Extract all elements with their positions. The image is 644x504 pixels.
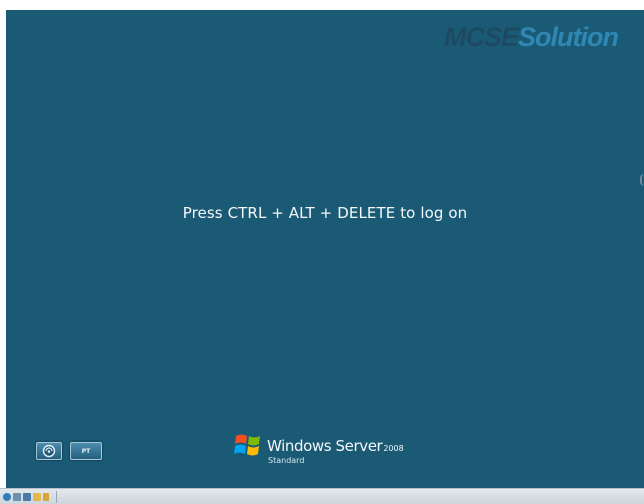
input-language-button[interactable]: PT: [70, 442, 102, 460]
product-name: Windows Server2008: [267, 437, 404, 455]
product-edition: Standard: [268, 456, 305, 465]
language-label: PT: [81, 447, 91, 455]
taskbar-separator: [56, 490, 57, 503]
server-manager-icon[interactable]: [13, 492, 21, 501]
product-title: Windows Server: [267, 437, 383, 455]
watermark-part1: MCSE: [444, 22, 519, 52]
host-taskbar: [0, 488, 644, 504]
windows-flag-icon: [234, 434, 260, 456]
logon-prompt: Press CTRL + ALT + DELETE to log on: [182, 204, 468, 222]
product-version: 2008: [383, 444, 404, 453]
start-icon[interactable]: [3, 492, 11, 501]
watermark-logo: MCSESolution: [444, 22, 619, 52]
folder-icon[interactable]: [33, 492, 41, 501]
watermark-part2: Solution: [518, 22, 619, 52]
edge-cursor-fragment: [640, 174, 644, 186]
computer-icon[interactable]: [23, 492, 31, 501]
ease-of-access-icon: [42, 444, 56, 458]
ease-of-access-button[interactable]: [36, 442, 62, 460]
arrow-icon[interactable]: [43, 492, 49, 501]
logon-screen: MCSESolution Press CTRL + ALT + DELETE t…: [6, 10, 644, 488]
vm-screen: MCSESolution Press CTRL + ALT + DELETE t…: [0, 0, 644, 504]
